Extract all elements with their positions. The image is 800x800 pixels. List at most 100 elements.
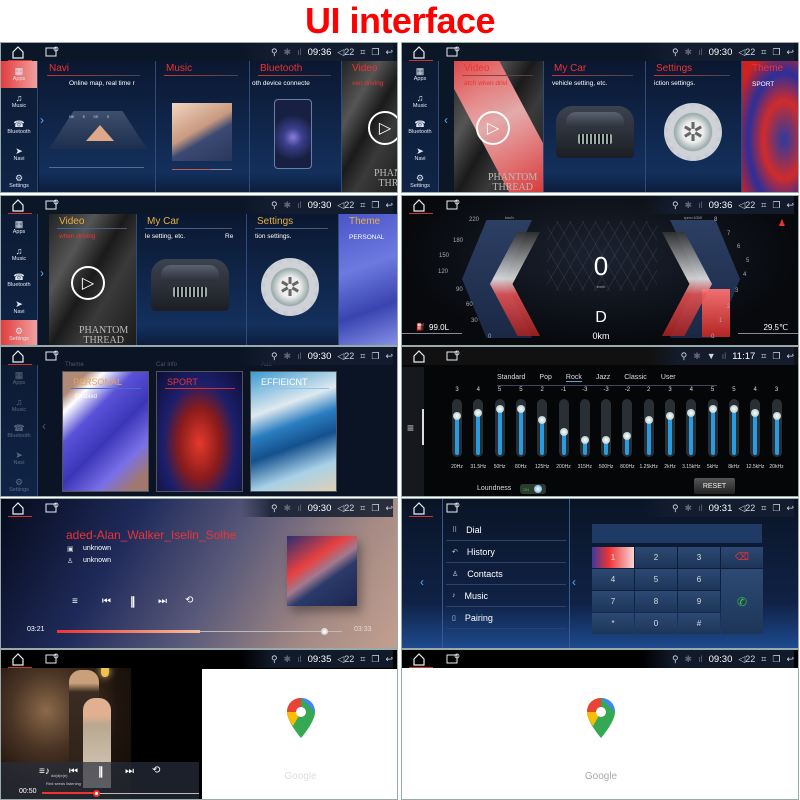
eq-slider-500Hz[interactable] <box>601 399 612 457</box>
key-2[interactable]: 2 <box>635 547 677 568</box>
recent-apps-icon[interactable]: ❐ <box>772 196 780 214</box>
back-arrow-left[interactable]: ‹ <box>420 575 424 589</box>
app-card-video[interactable]: Video when driving ▷ PHANTOM THREAD <box>49 214 137 345</box>
eq-slider-knob[interactable] <box>644 416 653 424</box>
next-icon[interactable]: ⏭ <box>158 596 167 607</box>
progress-knob[interactable] <box>92 790 100 797</box>
back-icon[interactable]: ↩ <box>385 650 393 668</box>
backspace-button[interactable]: ⌫ <box>721 547 763 568</box>
home-icon[interactable] <box>11 652 25 666</box>
eq-slider-knob[interactable] <box>751 409 760 417</box>
progress-knob[interactable] <box>320 628 328 635</box>
recent-apps-icon[interactable]: ❐ <box>371 347 379 365</box>
key-1[interactable]: 1 <box>592 547 634 568</box>
eq-slider-knob[interactable] <box>772 412 781 420</box>
play-icon[interactable]: ▷ <box>368 111 397 145</box>
eq-slider-knob[interactable] <box>602 436 611 444</box>
eq-slider-knob[interactable] <box>559 428 568 436</box>
recent-apps-icon[interactable]: ❐ <box>772 650 780 668</box>
home-icon[interactable] <box>412 652 426 666</box>
phone-menu-dial[interactable]: ⠿ Dial <box>446 519 566 541</box>
home-icon[interactable] <box>11 45 25 59</box>
sidebar-item-settings[interactable]: ⚙ Settings <box>1 167 37 192</box>
volume-icon[interactable]: ◁22 <box>337 347 354 365</box>
home-icon[interactable] <box>11 198 25 212</box>
home-icon[interactable] <box>11 349 25 363</box>
key-9[interactable]: 9 <box>678 591 720 612</box>
app-card-my-car[interactable]: My Car le setting, etc. Re <box>137 214 247 345</box>
sidebar-item-settings[interactable]: ⚙ Settings <box>402 167 438 192</box>
eq-slider-125Hz[interactable] <box>537 399 548 457</box>
previous-icon[interactable]: ⏮ <box>102 596 111 607</box>
key-4[interactable]: 4 <box>592 569 634 590</box>
eq-slider-20kHz[interactable] <box>771 399 782 457</box>
volume-icon[interactable]: ◁22 <box>738 499 755 517</box>
phone-menu-contacts[interactable]: ♙ Contacts <box>446 563 566 585</box>
volume-icon[interactable]: ◁22 <box>337 650 354 668</box>
fullscreen-icon[interactable]: ⌗ <box>761 347 766 365</box>
card-icon[interactable] <box>446 653 460 665</box>
phone-menu-pairing[interactable]: ▯ Pairing <box>446 607 566 629</box>
volume-icon[interactable]: ◁22 <box>337 196 354 214</box>
eq-slider-knob[interactable] <box>538 416 547 424</box>
key-0[interactable]: 0 <box>635 613 677 634</box>
sidebar-item-navi[interactable]: ➤ Navi <box>1 294 37 321</box>
eq-preset-rock[interactable]: Rock <box>565 374 582 382</box>
home-icon[interactable] <box>412 198 426 212</box>
previous-icon[interactable]: ⏮ <box>69 766 78 777</box>
back-icon[interactable]: ↩ <box>385 347 393 365</box>
eq-slider-knob[interactable] <box>580 436 589 444</box>
scroll-left-arrow[interactable]: ‹ <box>444 113 448 127</box>
fullscreen-icon[interactable]: ⌗ <box>761 499 766 517</box>
sidebar-item-music[interactable]: ♫ Music <box>402 88 438 115</box>
key-star[interactable]: * <box>592 613 634 634</box>
fullscreen-icon[interactable]: ⌗ <box>360 347 365 365</box>
card-icon[interactable] <box>446 502 460 514</box>
theme-card-efficient[interactable]: EFFIEICNT <box>250 371 337 492</box>
eq-slider-8kHz[interactable] <box>728 399 739 457</box>
app-card-video[interactable]: Video ven driving ▷ PHANTOMTHREAD <box>342 61 397 192</box>
eq-preset-standard[interactable]: Standard <box>497 374 525 382</box>
eq-preset-user[interactable]: User <box>661 374 676 382</box>
card-icon[interactable] <box>45 199 59 211</box>
recent-apps-icon[interactable]: ❐ <box>772 43 780 61</box>
card-icon[interactable] <box>45 350 59 362</box>
menu-icon[interactable]: ≡ <box>407 421 414 435</box>
playlist-icon[interactable]: ≡♪ <box>39 766 50 777</box>
eq-slider-5kHz[interactable] <box>707 399 718 457</box>
sidebar-item-music[interactable]: ♫ Music <box>1 88 37 115</box>
card-icon[interactable] <box>446 46 460 58</box>
eq-slider-knob[interactable] <box>687 409 696 417</box>
sidebar-item-apps[interactable]: ▦ Apps <box>1 61 37 88</box>
volume-icon[interactable]: ◁22 <box>337 43 354 61</box>
eq-slider-80Hz[interactable] <box>515 399 526 457</box>
phone-menu-music[interactable]: ♪ Music <box>446 585 566 607</box>
progress-bar[interactable] <box>57 628 342 635</box>
volume-icon[interactable]: ◁22 <box>738 650 755 668</box>
sidebar-item-settings[interactable]: ⚙ Settings <box>1 471 37 496</box>
theme-card-sport[interactable]: SPORT <box>156 371 243 492</box>
volume-icon[interactable]: ◁22 <box>337 499 354 517</box>
sidebar-item-music[interactable]: ♫ Music <box>1 392 37 419</box>
sidebar-item-apps[interactable]: ▦ Apps <box>402 61 438 88</box>
playlist-icon[interactable]: ≡ <box>72 596 78 607</box>
recent-apps-icon[interactable]: ❐ <box>772 499 780 517</box>
sidebar-item-bluetooth[interactable]: ☎ Bluetooth <box>1 114 37 141</box>
scroll-left-arrow[interactable]: ‹ <box>42 419 46 433</box>
back-icon[interactable]: ↩ <box>786 499 794 517</box>
eq-slider-knob[interactable] <box>666 412 674 420</box>
sidebar-item-bluetooth[interactable]: ☎ Bluetooth <box>402 114 438 141</box>
pause-icon[interactable]: ∥ <box>98 765 104 778</box>
key-hash[interactable]: # <box>678 613 720 634</box>
recent-apps-icon[interactable]: ❐ <box>772 347 780 365</box>
app-card-my-car[interactable]: My Car vehicle setting, etc. <box>544 61 646 192</box>
sidebar-item-music[interactable]: ♫ Music <box>1 241 37 268</box>
eq-slider-31.5Hz[interactable] <box>473 399 484 457</box>
key-7[interactable]: 7 <box>592 591 634 612</box>
eq-preset-classic[interactable]: Classic <box>624 374 647 382</box>
fullscreen-icon[interactable]: ⌗ <box>360 499 365 517</box>
reset-button[interactable]: RESET <box>694 478 735 494</box>
home-icon[interactable] <box>11 501 25 515</box>
back-icon[interactable]: ↩ <box>786 43 794 61</box>
sidebar-item-navi[interactable]: ➤ Navi <box>402 141 438 168</box>
